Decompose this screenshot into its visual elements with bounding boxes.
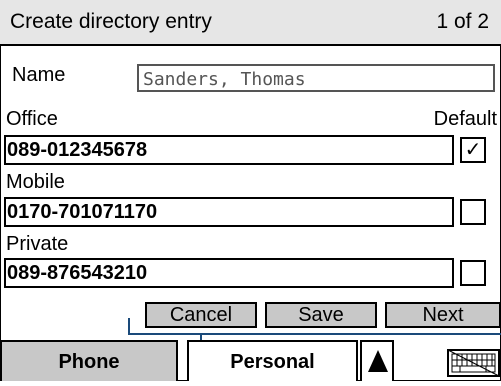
- arrow-up-icon: [368, 350, 388, 372]
- office-label: Office: [6, 108, 58, 130]
- private-label: Private: [6, 233, 69, 255]
- header-bar: Create directory entry 1 of 2: [0, 0, 501, 46]
- keyboard-icon: [447, 349, 500, 377]
- tab-phone[interactable]: Phone: [0, 340, 178, 381]
- dialog-title: Create directory entry: [10, 10, 212, 33]
- private-number-field[interactable]: 089-876543210: [4, 258, 454, 288]
- office-default-checkbox[interactable]: ✓: [460, 137, 486, 163]
- cancel-button[interactable]: Cancel: [145, 302, 257, 328]
- name-input[interactable]: Sanders, Thomas: [137, 64, 495, 92]
- connector-line: [128, 333, 501, 335]
- tab-personal[interactable]: Personal: [187, 340, 358, 381]
- office-number-field[interactable]: 089-012345678: [4, 135, 454, 165]
- private-default-checkbox[interactable]: [460, 260, 486, 286]
- keyboard-button[interactable]: [446, 340, 501, 381]
- mobile-default-checkbox[interactable]: [460, 199, 486, 225]
- default-label: Default: [433, 108, 497, 130]
- page-indicator: 1 of 2: [436, 10, 489, 33]
- name-label: Name: [12, 64, 66, 86]
- scroll-up-button[interactable]: [360, 340, 394, 381]
- save-button[interactable]: Save: [265, 302, 377, 328]
- mobile-label: Mobile: [6, 171, 65, 193]
- next-button[interactable]: Next: [385, 302, 501, 328]
- mobile-number-field[interactable]: 0170-701071170: [4, 197, 454, 227]
